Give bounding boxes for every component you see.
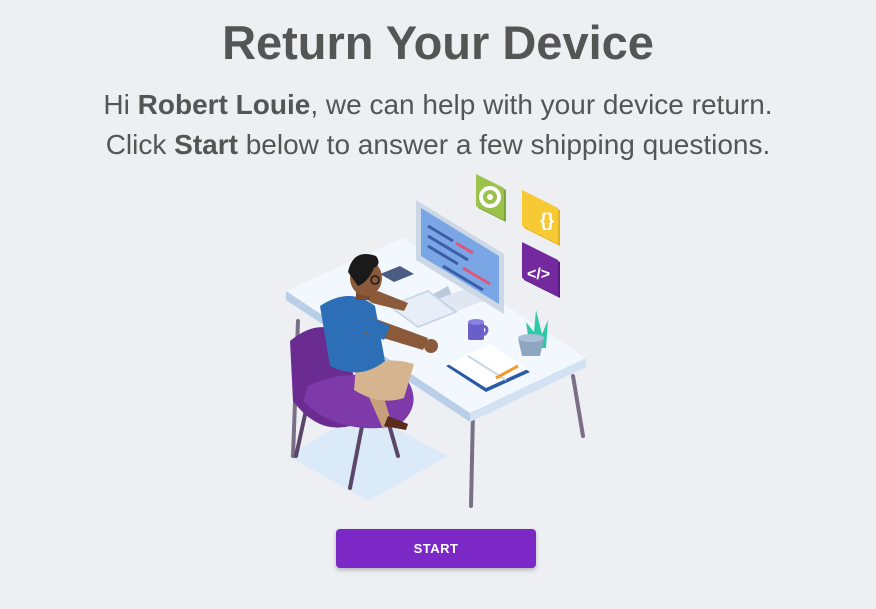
intro-line-1: Hi Robert Louie, we can help with your d… bbox=[0, 87, 876, 123]
intro-line-1-rest: , we can help with your device return. bbox=[310, 89, 773, 120]
intro-line-2-rest: below to answer a few shipping questions… bbox=[245, 129, 771, 160]
code-icon: </> bbox=[522, 242, 560, 298]
person-working-at-desk-illustration: {} </> bbox=[286, 174, 586, 508]
start-button[interactable]: START bbox=[336, 529, 536, 568]
svg-text:</>: </> bbox=[527, 266, 550, 283]
curly-braces-icon: {} bbox=[522, 190, 560, 246]
svg-text:{}: {} bbox=[540, 210, 554, 230]
greeting-text: Hi bbox=[103, 89, 130, 120]
user-name: Robert Louie bbox=[137, 89, 311, 120]
intro-line-2: Click Start below to answer a few shippi… bbox=[0, 127, 876, 163]
click-text: Click bbox=[105, 129, 167, 160]
page-title: Return Your Device bbox=[222, 16, 654, 69]
start-emphasis: Start bbox=[174, 129, 238, 160]
gear-icon bbox=[476, 174, 506, 222]
